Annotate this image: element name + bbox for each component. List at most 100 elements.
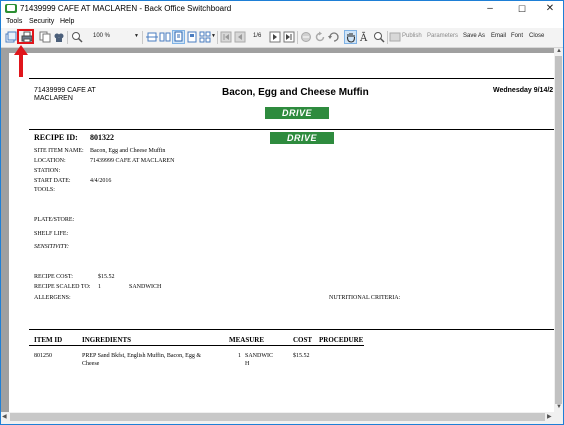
table-header-rule — [29, 345, 364, 346]
minimize-button[interactable]: – — [476, 1, 504, 17]
column-header-ingredients: INGREDIENTS — [82, 336, 132, 344]
column-header-measure: MEASURE — [229, 336, 265, 344]
sensitivity-label: SENSITIVITY: — [34, 244, 69, 250]
title-bar: 71439999 CAFE AT MACLAREN - Back Office … — [1, 1, 563, 17]
menu-security[interactable]: Security — [29, 18, 54, 25]
column-header-cost: COST — [293, 336, 313, 344]
row-quantity: 1 — [238, 353, 241, 359]
email-button[interactable]: Email — [491, 33, 506, 39]
vertical-scrollbar[interactable]: ▲ ▼ — [554, 48, 563, 412]
scroll-up-icon[interactable]: ▲ — [556, 48, 562, 54]
refresh-icon[interactable] — [314, 31, 326, 43]
start-date-label: START DATE: — [34, 178, 71, 184]
horizontal-scroll-thumb[interactable] — [10, 413, 545, 421]
close-report-button[interactable]: Close — [529, 33, 544, 39]
page-layout-icon[interactable] — [186, 31, 198, 43]
scroll-right-icon[interactable]: ▶ — [547, 413, 552, 420]
svg-text:Ā: Ā — [359, 32, 368, 43]
publish-icon[interactable] — [389, 31, 401, 43]
location-label: LOCATION: — [34, 158, 66, 164]
export-icon[interactable] — [5, 31, 17, 43]
menu-help[interactable]: Help — [60, 18, 74, 25]
column-header-procedure: PROCEDURE — [319, 336, 364, 344]
toolbar-separator — [217, 31, 218, 44]
recipe-id-label: RECIPE ID: — [34, 133, 78, 142]
copy-icon[interactable] — [39, 31, 51, 43]
report-toolbar: 100 % ▼ ▼ 1/6 Ā Publish Parameters Save … — [1, 28, 563, 48]
page-indicator: 1/6 — [253, 33, 262, 39]
toolbar-separator — [297, 31, 298, 44]
vertical-scroll-thumb[interactable] — [555, 56, 562, 404]
page-width-icon[interactable] — [146, 31, 158, 43]
zoom-icon[interactable] — [71, 31, 83, 43]
parameters-button[interactable]: Parameters — [427, 33, 458, 39]
toolbar-separator — [67, 31, 68, 44]
site-item-name-value: Bacon, Egg and Cheese Muffin — [90, 148, 166, 154]
recipe-scaled-unit: SANDWICH — [129, 284, 162, 290]
save-as-button[interactable]: Save As — [463, 33, 485, 39]
font-button[interactable]: Font — [511, 33, 523, 39]
app-logo-icon — [5, 4, 17, 13]
drive-logo: DRIVE — [265, 107, 329, 119]
back-icon[interactable] — [328, 31, 340, 43]
group-tree-icon[interactable] — [53, 31, 65, 43]
row-ingredient-line1: PREP Sand Bkfst, English Muffin, Bacon, … — [82, 353, 202, 359]
recipe-cost-label: RECIPE COST: — [34, 274, 73, 280]
single-page-icon[interactable] — [172, 30, 185, 44]
location-header-line1: 71439999 CAFE AT — [34, 87, 96, 94]
print-highlight-box — [17, 29, 34, 44]
site-item-name-label: SITE ITEM NAME: — [34, 148, 84, 154]
row-measure-line2: H — [245, 361, 250, 367]
header-rule — [29, 78, 554, 79]
last-page-icon[interactable] — [283, 31, 295, 43]
recipe-id-value: 801322 — [90, 133, 114, 142]
nutritional-criteria-label: NUTRITIONAL CRITERIA: — [329, 295, 401, 301]
text-select-icon[interactable]: Ā — [359, 31, 371, 43]
column-header-item-id: ITEM ID — [34, 336, 63, 344]
plate-store-label: PLATE/STORE: — [34, 217, 75, 223]
recipe-scaled-label: RECIPE SCALED TO: — [34, 284, 91, 290]
two-pages-icon[interactable] — [159, 31, 171, 43]
shelf-life-label: SHELF LIFE: — [34, 231, 69, 237]
row-measure-line1: SANDWIC — [245, 353, 273, 359]
hand-tool-icon[interactable] — [344, 30, 357, 44]
location-header-line2: MACLAREN — [34, 95, 73, 102]
app-window: 71439999 CAFE AT MACLAREN - Back Office … — [0, 0, 564, 425]
scroll-down-icon[interactable]: ▼ — [556, 404, 562, 410]
report-viewport[interactable]: 71439999 CAFE AT MACLAREN Bacon, Egg and… — [1, 48, 554, 412]
table-top-rule — [29, 329, 554, 330]
publish-button[interactable]: Publish — [402, 33, 422, 39]
allergens-label: ALLERGENS: — [34, 295, 71, 301]
start-date-value: 4/4/2016 — [90, 178, 112, 184]
maximize-button[interactable]: ☐ — [508, 1, 536, 17]
zoom-select[interactable]: 100 % — [93, 33, 110, 39]
next-page-icon[interactable] — [269, 31, 281, 43]
toolbar-separator — [387, 31, 388, 44]
section-rule — [29, 129, 554, 130]
first-page-icon[interactable] — [220, 31, 232, 43]
scroll-left-icon[interactable]: ◀ — [2, 413, 7, 420]
tools-label: TOOLS: — [34, 187, 55, 193]
recipe-cost-value: $15.52 — [98, 274, 115, 280]
chevron-down-icon[interactable]: ▼ — [211, 33, 216, 39]
drive-logo: DRIVE — [270, 132, 334, 144]
close-window-button[interactable]: ✕ — [536, 1, 563, 17]
multi-page-icon[interactable] — [199, 31, 211, 43]
location-value: 71439999 CAFE AT MACLAREN — [90, 158, 175, 164]
report-page: 71439999 CAFE AT MACLAREN Bacon, Egg and… — [9, 53, 554, 412]
menu-bar: Tools Security Help — [1, 17, 563, 28]
report-title: Bacon, Egg and Cheese Muffin — [222, 87, 369, 98]
chevron-down-icon[interactable]: ▼ — [134, 33, 139, 39]
row-cost: $15.52 — [293, 353, 310, 359]
menu-tools[interactable]: Tools — [6, 18, 22, 25]
search-icon[interactable] — [373, 31, 385, 43]
horizontal-scrollbar[interactable]: ◀ ▶ — [1, 412, 554, 422]
toolbar-separator — [142, 31, 143, 44]
red-arrow-icon — [14, 45, 28, 77]
row-item-id: 801250 — [34, 353, 52, 359]
station-label: STATION: — [34, 168, 61, 174]
previous-page-icon[interactable] — [234, 31, 246, 43]
stop-icon[interactable] — [300, 31, 312, 43]
report-date: Wednesday 9/14/2 — [493, 87, 554, 94]
recipe-scaled-qty: 1 — [98, 284, 101, 290]
